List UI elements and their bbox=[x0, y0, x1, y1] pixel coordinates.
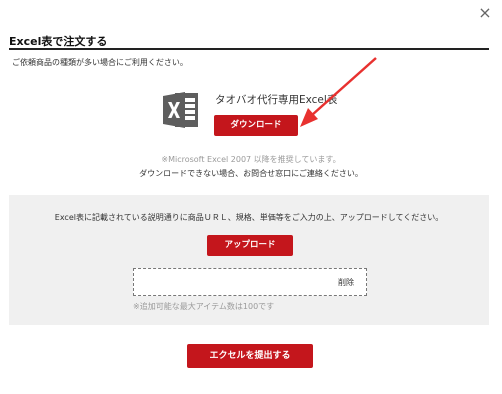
upload-instruction: Excel表に記載されている説明通りに商品ＵＲＬ、規格、単価等をご入力の上、アッ… bbox=[54, 213, 444, 222]
upload-button[interactable]: アップロード bbox=[207, 235, 293, 256]
dialog-subtitle: ご依頼商品の種類が多い場合にご利用ください。 bbox=[12, 58, 188, 67]
excel-version-note: ※Microsoft Excel 2007 以降を推奨しています。 bbox=[161, 155, 341, 164]
close-button[interactable]: × bbox=[476, 4, 494, 22]
uploaded-file-box: 削除 bbox=[133, 268, 367, 296]
upload-panel: Excel表に記載されている説明通りに商品ＵＲＬ、規格、単価等をご入力の上、アッ… bbox=[9, 195, 489, 325]
item-limit-note: ※追加可能な最大アイテム数は100です bbox=[133, 302, 275, 311]
close-icon[interactable]: × bbox=[478, 3, 491, 22]
download-contact-note: ダウンロードできない場合、お問合せ窓口にご連絡ください。 bbox=[139, 169, 363, 178]
arrow-annotation-icon bbox=[300, 57, 377, 127]
delete-button[interactable]: 削除 bbox=[338, 277, 354, 288]
dialog-title: Excel表で注文する bbox=[9, 33, 489, 50]
download-button[interactable]: ダウンロード bbox=[214, 115, 298, 136]
submit-excel-button[interactable]: エクセルを提出する bbox=[187, 344, 313, 368]
excel-file-icon bbox=[163, 92, 198, 128]
